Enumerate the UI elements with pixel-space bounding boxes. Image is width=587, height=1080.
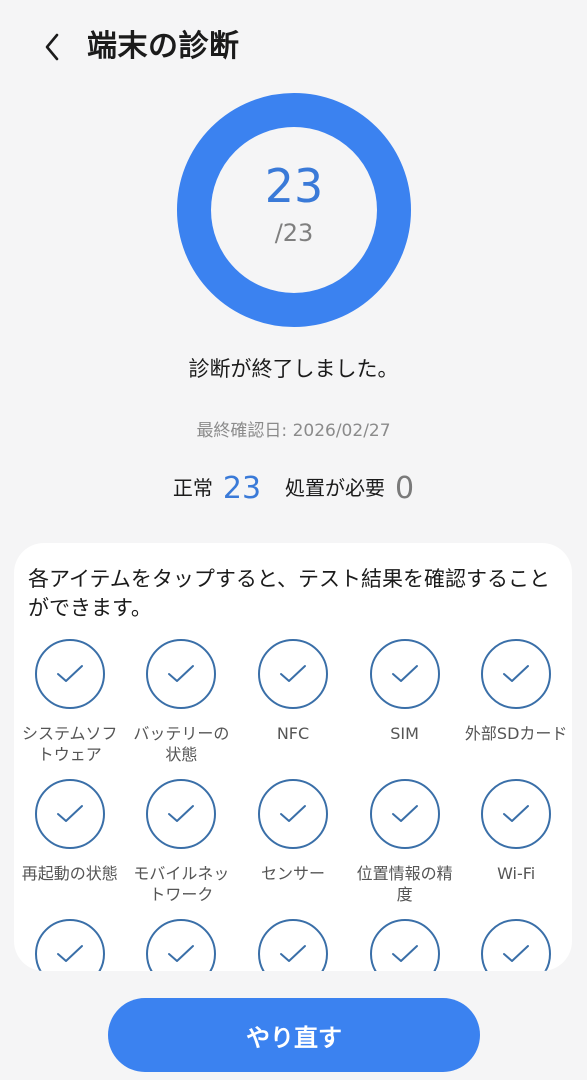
diagnosis-progress-ring: 23 /23 bbox=[176, 92, 412, 328]
total-count: /23 bbox=[274, 219, 314, 247]
page-title: 端末の診断 bbox=[87, 29, 240, 64]
check-circle bbox=[257, 779, 328, 849]
test-item[interactable] bbox=[237, 919, 349, 971]
test-item[interactable]: NFC bbox=[237, 639, 349, 779]
checkmark-icon bbox=[279, 665, 306, 682]
test-item-label: センサー bbox=[260, 864, 325, 883]
test-item-label: バッテリーの状態 bbox=[133, 724, 230, 764]
check-circle bbox=[481, 779, 552, 849]
check-circle bbox=[369, 919, 440, 971]
test-item-label: Wi-Fi bbox=[497, 864, 536, 883]
checkmark-icon bbox=[56, 665, 83, 682]
card-description: 各アイテムをタップすると、テスト結果を確認することができます。 bbox=[28, 567, 551, 620]
retry-button[interactable]: やり直す bbox=[108, 998, 480, 1072]
test-items-grid: システムソフトウェア バッテリーの状態 NFC SIM 外部SDカード 再起動の… bbox=[14, 639, 572, 971]
checkmark-icon bbox=[279, 805, 306, 822]
test-item[interactable]: Wi-Fi bbox=[460, 779, 572, 919]
test-item-label: NFC bbox=[276, 724, 310, 743]
checkmark-icon bbox=[168, 805, 195, 822]
checkmark-icon bbox=[168, 945, 195, 962]
result-summary: 正常 23 処置が必要 0 bbox=[0, 466, 587, 510]
test-item[interactable] bbox=[126, 919, 238, 971]
test-item-label: システムソフトウェア bbox=[22, 724, 118, 764]
check-circle bbox=[34, 639, 105, 709]
check-circle bbox=[34, 919, 105, 971]
check-circle bbox=[34, 779, 105, 849]
completion-message: 診断が終了しました。 bbox=[188, 357, 399, 381]
test-item-label: モバイルネットワーク bbox=[133, 864, 230, 904]
check-circle bbox=[369, 639, 440, 709]
test-items-card[interactable]: 各アイテムをタップすると、テスト結果を確認することができます。 システムソフトウ… bbox=[14, 543, 572, 971]
action-needed-count: 0 bbox=[395, 470, 415, 506]
check-circle bbox=[481, 639, 552, 709]
last-check-date: 最終確認日: 2026/02/27 bbox=[196, 421, 391, 441]
test-item[interactable]: モバイルネットワーク bbox=[126, 779, 238, 919]
check-circle bbox=[257, 639, 328, 709]
checkmark-icon bbox=[279, 945, 306, 962]
header: 端末の診断 bbox=[0, 0, 587, 96]
check-circle bbox=[146, 639, 217, 709]
check-circle bbox=[146, 779, 217, 849]
check-circle bbox=[481, 919, 552, 971]
test-item[interactable] bbox=[460, 919, 572, 971]
checkmark-icon bbox=[391, 665, 418, 682]
normal-label: 正常 bbox=[172, 476, 213, 500]
test-item[interactable]: 外部SDカード bbox=[460, 639, 572, 779]
test-item[interactable]: システムソフトウェア bbox=[14, 639, 126, 779]
test-item[interactable]: 位置情報の精度 bbox=[349, 779, 461, 919]
test-item-label: 位置情報の精度 bbox=[356, 864, 453, 904]
test-item[interactable]: センサー bbox=[237, 779, 349, 919]
checkmark-icon bbox=[503, 665, 530, 682]
checkmark-icon bbox=[391, 945, 418, 962]
test-item[interactable] bbox=[349, 919, 461, 971]
chevron-left-icon bbox=[45, 33, 59, 61]
checkmark-icon bbox=[503, 805, 530, 822]
checkmark-icon bbox=[168, 665, 195, 682]
action-needed-label: 処置が必要 bbox=[285, 476, 386, 500]
test-item[interactable]: バッテリーの状態 bbox=[126, 639, 238, 779]
test-item[interactable]: SIM bbox=[349, 639, 461, 779]
test-item-label: SIM bbox=[390, 724, 419, 743]
normal-count: 23 bbox=[222, 470, 262, 506]
checkmark-icon bbox=[503, 945, 530, 962]
check-circle bbox=[257, 919, 328, 971]
test-item-label: 外部SDカード bbox=[464, 724, 568, 743]
test-item-label: 再起動の状態 bbox=[21, 864, 118, 883]
check-circle bbox=[146, 919, 217, 971]
check-circle bbox=[369, 779, 440, 849]
checkmark-icon bbox=[56, 805, 83, 822]
test-item[interactable] bbox=[14, 919, 126, 971]
back-button[interactable] bbox=[30, 25, 74, 69]
passed-count: 23 bbox=[264, 159, 324, 213]
checkmark-icon bbox=[391, 805, 418, 822]
test-item[interactable]: 再起動の状態 bbox=[14, 779, 126, 919]
checkmark-icon bbox=[56, 945, 83, 962]
